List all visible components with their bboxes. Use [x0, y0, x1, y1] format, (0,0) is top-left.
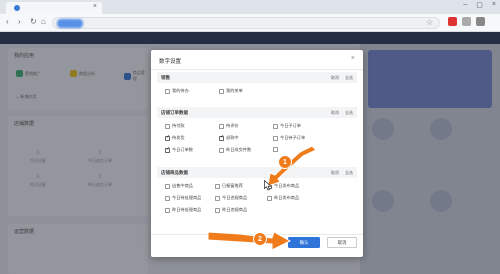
annotation-marker-1: 1 [278, 155, 292, 169]
mouse-cursor-icon [264, 180, 272, 191]
annotation-marker-2: 2 [253, 232, 267, 246]
arrow-1-shape [267, 145, 317, 187]
arrow-2-shape [207, 231, 292, 251]
annotation-arrows [207, 145, 317, 251]
